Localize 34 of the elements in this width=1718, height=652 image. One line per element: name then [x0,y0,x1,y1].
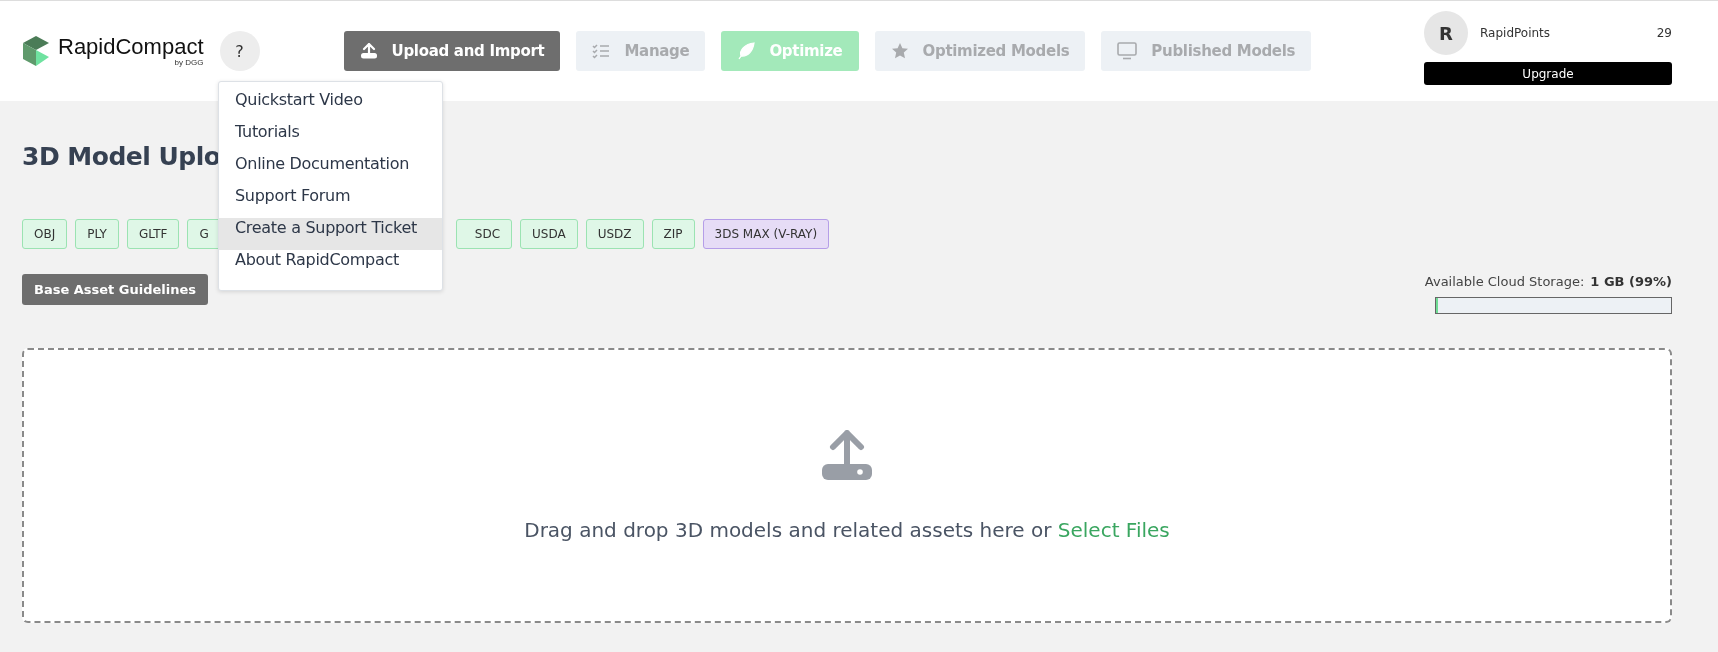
dropzone[interactable]: Drag and drop 3D models and related assets here or Select Files [22,348,1672,623]
guidelines-button[interactable]: Base Asset Guidelines [22,274,209,305]
help-button[interactable]: ? [219,31,260,71]
feather-icon [737,42,756,60]
logo-text: RapidCompact [58,35,204,58]
avatar: R [1424,11,1468,55]
upload-icon [359,43,378,59]
points-value: 29 [1656,26,1672,40]
star-icon [890,42,909,60]
menu-item[interactable]: Create a Support Ticket [219,218,442,250]
dropzone-text: Drag and drop 3D models and related assets here or Select Files [524,517,1170,542]
storage-label: Available Cloud Storage: 1 GB (99%) [1424,274,1672,289]
menu-item[interactable]: Support Forum [219,186,442,218]
cube-logo-icon [22,35,50,67]
upgrade-button[interactable]: Upgrade [1424,62,1672,85]
format-tag: GLTF [126,219,180,249]
format-tag: PLY [75,219,119,249]
monitor-icon [1117,42,1138,60]
format-tag: USDZ [585,219,644,249]
nav-tab[interactable]: Upload and Import [343,31,561,71]
menu-item[interactable]: Tutorials [219,122,442,154]
points-label: RapidPoints [1480,26,1552,40]
menu-item[interactable]: Quickstart Video [219,90,442,122]
upload-icon [821,429,873,482]
format-tag: ZIP [651,219,695,249]
page-title: 3D Model Uplo [22,141,221,173]
format-tag: SDC [455,219,513,249]
menu-item[interactable]: About RapidCompact [219,250,442,282]
menu-item[interactable]: Online Documentation [219,154,442,186]
logo-byline: by DGG [174,57,204,67]
format-tag: OBJ [22,219,68,249]
checklist-icon [592,43,611,59]
format-tag: 3DS MAX (V-RAY) [702,219,830,249]
format-tag: USDA [520,219,578,249]
